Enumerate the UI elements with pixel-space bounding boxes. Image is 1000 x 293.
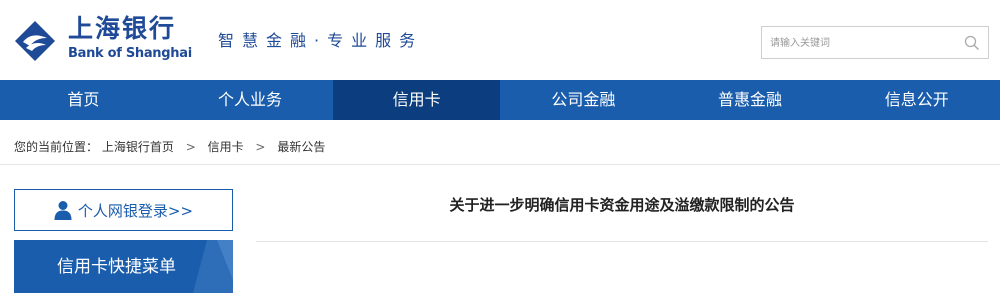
article-title: 关于进一步明确信用卡资金用途及溢缴款限制的公告 (449, 196, 795, 214)
quick-menu-decoration (193, 240, 233, 293)
brand-name-cn[interactable]: 上海银行 (68, 14, 176, 44)
breadcrumb-separator: > (185, 140, 196, 154)
breadcrumb-separator: > (255, 140, 266, 154)
brand-slogan: 智慧金融·专业服务 (218, 31, 424, 50)
brand-name-en: Bank of Shanghai (68, 46, 192, 61)
search-box (761, 26, 989, 59)
quick-menu-title: 信用卡快捷菜单 (57, 257, 176, 277)
user-icon (54, 201, 72, 220)
breadcrumb-divider (0, 164, 1000, 165)
nav-item-credit-card[interactable]: 信用卡 (333, 80, 501, 120)
breadcrumb: 您的当前位置： 上海银行首页 > 信用卡 > 最新公告 (14, 139, 325, 155)
nav-item-personal[interactable]: 个人业务 (167, 80, 334, 120)
nav-item-inclusive[interactable]: 普惠金融 (667, 80, 834, 120)
breadcrumb-credit-card-link[interactable]: 信用卡 (208, 140, 244, 154)
credit-card-quick-menu[interactable]: 信用卡快捷菜单 (14, 240, 233, 293)
breadcrumb-prefix: 您的当前位置： (14, 140, 99, 154)
search-icon[interactable] (964, 35, 980, 51)
main-nav: 首页 个人业务 信用卡 公司金融 普惠金融 信息公开 (0, 80, 1000, 120)
site-header: 上海银行 Bank of Shanghai 智慧金融·专业服务 (0, 0, 1000, 80)
nav-item-disclosure[interactable]: 信息公开 (833, 80, 1000, 120)
search-input[interactable] (770, 34, 960, 52)
nav-item-corporate[interactable]: 公司金融 (500, 80, 667, 120)
breadcrumb-current: 最新公告 (277, 140, 326, 154)
nav-item-home[interactable]: 首页 (0, 80, 167, 120)
article-divider (256, 241, 988, 242)
login-button-label: 个人网银登录>> (77, 201, 194, 220)
personal-ebanking-login-button[interactable]: 个人网银登录>> (14, 189, 233, 231)
bank-logo-icon[interactable] (14, 20, 56, 62)
breadcrumb-home-link[interactable]: 上海银行首页 (102, 140, 174, 154)
